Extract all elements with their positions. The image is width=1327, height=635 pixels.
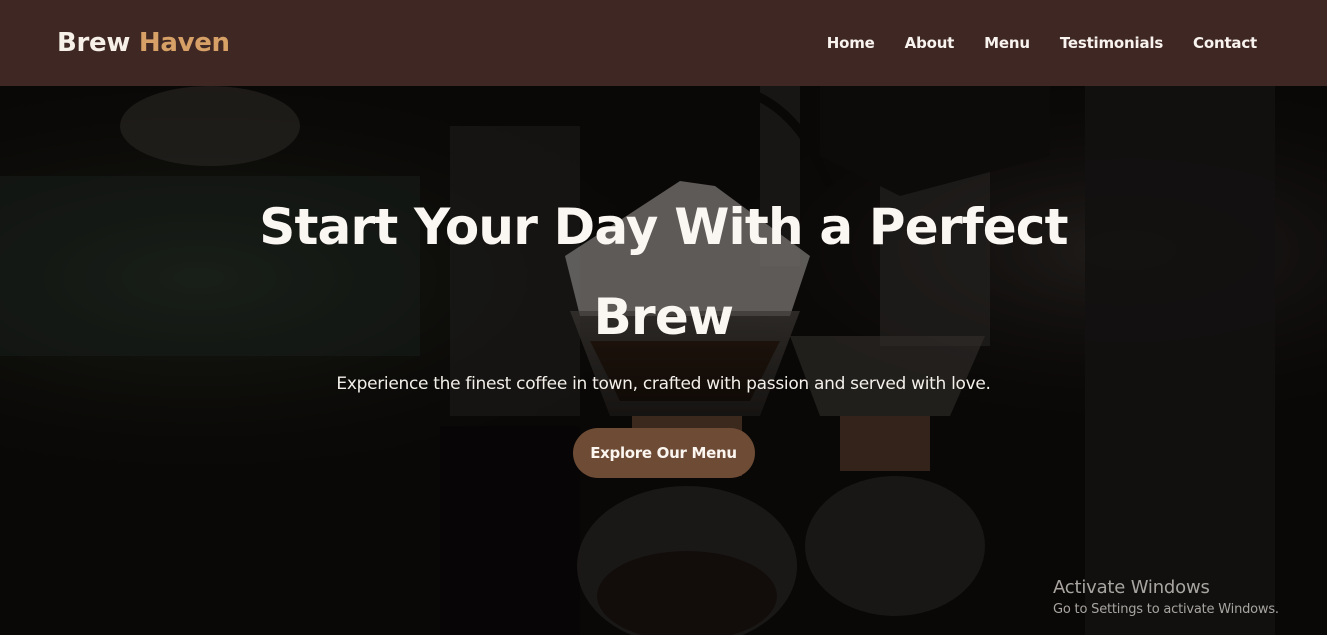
brand-name-primary: Brew	[57, 28, 131, 58]
navbar: Brew Haven Home About Menu Testimonials …	[0, 0, 1327, 86]
nav-link-home[interactable]: Home	[827, 34, 875, 52]
nav-links: Home About Menu Testimonials Contact	[827, 34, 1257, 52]
hero-content: Start Your Day With a Perfect Brew Exper…	[0, 86, 1327, 635]
activate-windows-watermark: Activate Windows Go to Settings to activ…	[1053, 577, 1279, 617]
activate-windows-title: Activate Windows	[1053, 577, 1210, 598]
hero-title: Start Your Day With a Perfect Brew	[259, 198, 1068, 346]
nav-link-testimonials[interactable]: Testimonials	[1060, 34, 1163, 52]
hero-subtitle: Experience the finest coffee in town, cr…	[336, 374, 991, 394]
activate-windows-subtitle: Go to Settings to activate Windows.	[1053, 602, 1279, 617]
nav-link-menu[interactable]: Menu	[984, 34, 1030, 52]
hero-section: Start Your Day With a Perfect Brew Exper…	[0, 86, 1327, 635]
brand-logo[interactable]: Brew Haven	[57, 28, 230, 58]
brand-name-accent: Haven	[138, 28, 230, 58]
nav-link-contact[interactable]: Contact	[1193, 34, 1257, 52]
explore-menu-button[interactable]: Explore Our Menu	[572, 428, 755, 478]
nav-link-about[interactable]: About	[905, 34, 955, 52]
